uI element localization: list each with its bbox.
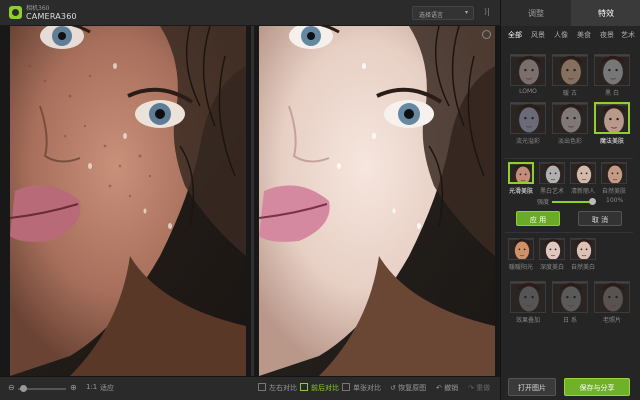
tab-effects[interactable]: 特效 — [571, 0, 640, 26]
panel-tabs: 调整 特效 — [501, 0, 640, 26]
strength-percent: 100% — [606, 197, 624, 204]
strength-slider[interactable] — [552, 201, 592, 203]
effect-label: 黑 白 — [605, 90, 619, 97]
zoom-fit[interactable]: 适应 — [100, 383, 114, 393]
view-side-by-side-label: 左右对比 — [269, 384, 297, 392]
camera360-app: 相机360 CAMERA360 选择语言 ▾ ⟩| ⊖ ⊕ 1:1 适应 左右对… — [0, 0, 640, 400]
category-all[interactable]: 全部 — [508, 30, 522, 40]
effect-label: 老照片 — [602, 317, 621, 324]
undo-icon: ↶ — [436, 384, 445, 392]
strength-label: 强度 — [537, 199, 550, 206]
view-before-after-label: 前后对比 — [311, 384, 339, 392]
effect-label: 日 系 — [563, 317, 577, 324]
redo-icon: ↷ — [468, 384, 477, 392]
effect-thumbnail[interactable] — [594, 54, 630, 86]
brand-cn: 相机360 — [26, 5, 50, 12]
effect-label: LOMO — [519, 88, 537, 95]
category-portrait[interactable]: 人像 — [554, 30, 568, 40]
undo-label: 撤销 — [444, 384, 459, 392]
photo-area — [0, 26, 500, 376]
brand-name: CAMERA360 — [26, 12, 77, 21]
effect-thumbnail[interactable] — [552, 54, 588, 86]
view-side-by-side-button[interactable]: 左右对比 — [258, 383, 297, 393]
skin-effect-thumbnail[interactable] — [539, 162, 565, 184]
compare-icon[interactable] — [482, 30, 491, 39]
view-single-button[interactable]: 单张对比 — [342, 383, 381, 393]
category-art[interactable]: 艺术 — [621, 30, 635, 40]
zoom-slider-handle[interactable] — [20, 385, 27, 392]
effect-thumbnail[interactable] — [594, 281, 630, 313]
before-photo-image — [10, 26, 246, 376]
effect-label: 暖 古 — [563, 90, 577, 97]
effect-label: 魔法美肤 — [599, 138, 624, 145]
view-single-label: 单张对比 — [353, 384, 381, 392]
effect-label: 效果叠加 — [515, 317, 540, 324]
category-landscape[interactable]: 风景 — [531, 30, 545, 40]
whitening-effect-thumbnail[interactable] — [570, 238, 596, 260]
chevron-down-icon: ▾ — [464, 9, 468, 16]
effect-label: 淡出色彩 — [557, 138, 582, 145]
category-bar: 全部 风景 人像 美食 夜景 艺术 — [501, 28, 640, 42]
whitening-effect-thumbnail[interactable] — [508, 238, 534, 260]
zoom-in-icon[interactable]: ⊕ — [70, 383, 77, 392]
language-select-label: 选择语言 — [419, 12, 444, 19]
strength-slider-handle[interactable] — [589, 198, 596, 205]
bottom-toolbar: ⊖ ⊕ 1:1 适应 左右对比 前后对比 单张对比 ↺ 恢复原图 ↶ 撤销 ↷ … — [0, 376, 500, 400]
effect-thumbnail[interactable] — [510, 102, 546, 134]
apply-button[interactable]: 应 用 — [516, 211, 560, 226]
view-before-after-button[interactable]: 前后对比 — [300, 383, 339, 393]
divider — [505, 158, 633, 159]
redo-button[interactable]: ↷ 重做 — [468, 383, 490, 393]
before-photo — [10, 26, 246, 376]
cancel-button[interactable]: 取 消 — [578, 211, 622, 226]
restore-label: 恢复原图 — [398, 384, 427, 392]
zoom-ratio[interactable]: 1:1 — [86, 383, 97, 391]
view-icon — [342, 383, 350, 391]
open-image-button[interactable]: 打开图片 — [508, 378, 556, 396]
skin-effect-thumbnail[interactable] — [601, 162, 627, 184]
effect-thumbnail[interactable] — [510, 281, 546, 313]
view-icon — [258, 383, 266, 391]
undo-button[interactable]: ↶ 撤销 — [436, 383, 458, 393]
skin-effect-thumbnail[interactable] — [508, 162, 534, 184]
effect-thumbnail[interactable] — [510, 54, 546, 86]
whitening-effect-label: 自然美白 — [570, 264, 595, 271]
view-icon — [300, 383, 308, 391]
category-food[interactable]: 美食 — [577, 30, 591, 40]
effect-label: 流光溢彩 — [515, 138, 540, 145]
redo-label: 重做 — [476, 384, 491, 392]
category-night[interactable]: 夜景 — [600, 30, 614, 40]
camera360-logo — [9, 6, 22, 19]
whitening-effect-thumbnail[interactable] — [539, 238, 565, 260]
effect-thumbnail[interactable] — [552, 102, 588, 134]
language-select[interactable]: 选择语言 ▾ — [412, 6, 474, 20]
divider — [505, 232, 633, 233]
after-photo — [259, 26, 495, 376]
title-bar: 相机360 CAMERA360 选择语言 ▾ ⟩| — [0, 0, 500, 26]
save-share-button[interactable]: 保存与分享 — [564, 378, 630, 396]
after-photo-image — [259, 26, 495, 376]
compare-divider[interactable] — [251, 26, 254, 376]
zoom-out-icon[interactable]: ⊖ — [8, 383, 15, 392]
effect-thumbnail[interactable] — [552, 281, 588, 313]
effect-thumbnail[interactable] — [594, 102, 630, 134]
skin-effect-label: 自然美肤 — [601, 188, 626, 195]
collapse-icon[interactable]: ⟩| — [484, 7, 490, 16]
tab-adjust[interactable]: 调整 — [501, 0, 571, 26]
restore-icon: ↺ — [390, 384, 399, 392]
restore-button[interactable]: ↺ 恢复原图 — [390, 383, 426, 393]
skin-effect-thumbnail[interactable] — [570, 162, 596, 184]
